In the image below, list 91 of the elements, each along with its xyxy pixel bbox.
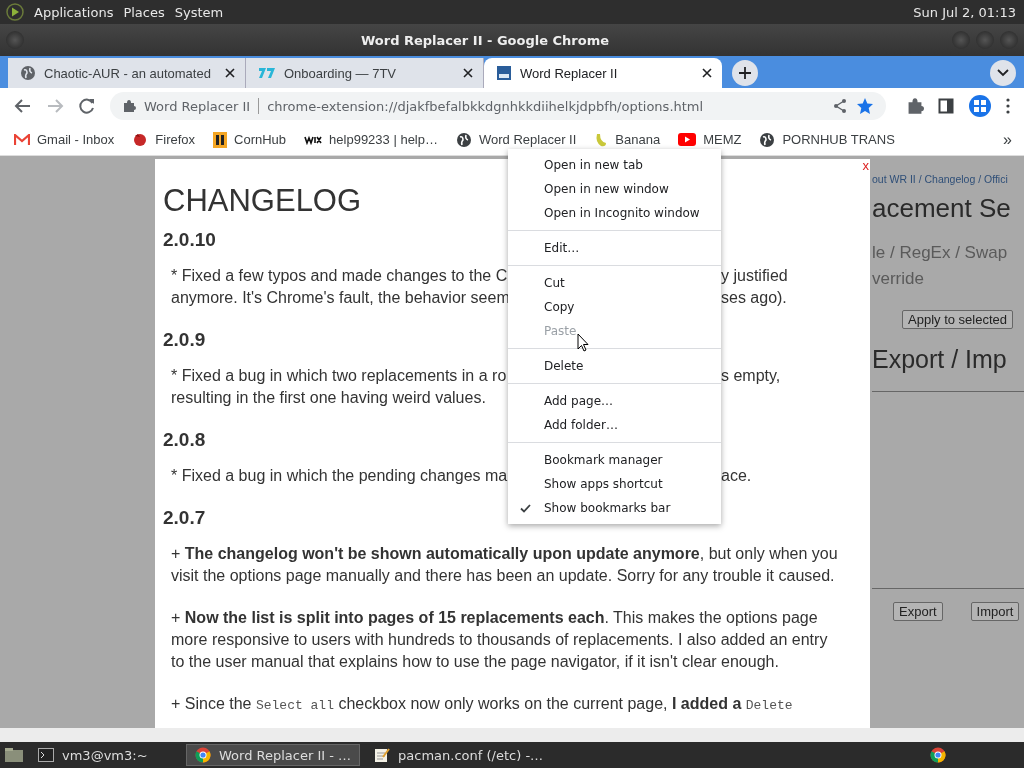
window-title: Word Replacer II - Google Chrome — [359, 32, 611, 48]
page-heading: acement Se — [872, 193, 1012, 224]
logo-icon — [213, 131, 228, 148]
banana-icon — [594, 131, 609, 148]
menu-item[interactable]: Edit… — [508, 236, 721, 260]
changelog-text: * Fixed a few typos and made changes to the C — [171, 266, 508, 286]
mouse-cursor-icon — [577, 333, 589, 352]
panel-menu[interactable]: Places — [123, 4, 165, 20]
browser-tab[interactable]: Onboarding — 7TV — [246, 58, 484, 88]
menu-item[interactable]: Delete — [508, 354, 721, 378]
changelog-text: * Fixed a bug in which two replacements in a ro — [171, 366, 508, 386]
star-icon[interactable] — [856, 97, 874, 115]
side-panel-icon[interactable] — [938, 98, 954, 114]
menu-item[interactable]: Add folder… — [508, 413, 721, 437]
close-tab-icon[interactable] — [702, 68, 712, 78]
menu-item[interactable]: Cut — [508, 271, 721, 295]
clock: Sun Jul 2, 01:13 — [913, 4, 1016, 20]
version-heading: 2.0.10 — [163, 229, 216, 251]
import-button[interactable]: Import — [970, 602, 1020, 621]
changelog-text: ace. — [721, 466, 753, 486]
bookmark[interactable]: PORNHUB TRANS — [782, 132, 895, 147]
reload-icon[interactable] — [78, 97, 96, 115]
menu-item[interactable]: Open in new tab — [508, 153, 721, 177]
taskbar-button[interactable]: pacman.conf (/etc) -… — [366, 744, 552, 766]
mode-links: le / RegEx / Swap — [872, 242, 1009, 264]
menu-item[interactable]: Copy — [508, 295, 721, 319]
share-icon[interactable] — [832, 98, 848, 114]
browser-tab[interactable]: Chaotic-AUR - an automated — [8, 58, 246, 88]
bookmark[interactable]: Firefox — [155, 132, 196, 147]
changelog-text: ses ago). — [721, 288, 788, 308]
changelog-text: * Fixed a bug in which the pending changes ma — [171, 466, 508, 486]
panel-menu[interactable]: Applications — [34, 4, 114, 20]
new-tab-icon[interactable] — [738, 66, 752, 80]
changelog-text: + The changelog won't be shown automatically upon update anymore, but only when you visit the options page manually and there has been an update. Sorry for any trouble it caused. — [171, 544, 839, 586]
logo-icon — [304, 134, 323, 145]
puzzle-icon — [122, 99, 136, 113]
section-heading: Export / Imp — [872, 345, 1008, 374]
back-icon[interactable] — [14, 97, 32, 115]
animal-icon — [132, 131, 149, 148]
globe-icon — [759, 131, 776, 148]
browser-tab[interactable]: Word Replacer II — [484, 58, 722, 88]
bookmark[interactable]: CornHub — [234, 132, 287, 147]
changelog-text: s empty, — [721, 366, 782, 386]
menu-item[interactable]: Show apps shortcut — [508, 472, 721, 496]
dialog-title: CHANGELOG — [163, 183, 362, 219]
logo-icon — [496, 65, 512, 81]
close-button[interactable]: x — [862, 159, 869, 173]
breadcrumb-links: out WR II / Changelog / Offici — [872, 173, 1009, 185]
terminal-icon — [38, 748, 54, 762]
horizontal-scrollbar[interactable] — [0, 728, 1024, 742]
play-icon — [678, 133, 697, 146]
bookmark[interactable]: MEMZ — [703, 132, 742, 147]
globe-icon — [456, 131, 472, 148]
browser-icon — [195, 747, 211, 763]
menu-item[interactable]: Bookmark manager — [508, 448, 721, 472]
extensions-icon[interactable] — [906, 97, 924, 115]
changelog-text: y justified — [721, 266, 789, 286]
panel-menu[interactable]: System — [174, 4, 224, 20]
version-heading: 2.0.9 — [163, 329, 206, 351]
globe-icon — [20, 65, 36, 81]
menu-item[interactable]: Show bookmarks bar — [508, 496, 721, 520]
bookmark[interactable]: help99233 | help… — [329, 132, 438, 147]
mode-links: verride — [872, 268, 925, 290]
mail-icon — [14, 133, 30, 146]
changelog-text: + Now the list is split into pages of 15 replacements each. This makes the options page more responsive to users with hundreds to thousands of replacements. I also added an entry to the user manual that explains how to use the page navigator, if it isn't clear enough. — [171, 608, 829, 672]
bookmark[interactable]: Word Replacer II — [479, 132, 577, 147]
taskbar-button[interactable]: Word Replacer II - … — [186, 744, 361, 766]
apply-button[interactable]: Apply to selected — [902, 310, 1013, 329]
changelog-text: resulting in the first one having weird values. — [171, 388, 487, 408]
menu-icon[interactable] — [1006, 98, 1010, 114]
bookmark[interactable]: Banana — [615, 132, 661, 147]
profile-icon[interactable] — [968, 94, 992, 118]
menu-item[interactable]: Open in Incognito window — [508, 201, 721, 225]
more-bookmarks-button[interactable]: » — [1003, 130, 1012, 149]
menu-item[interactable]: Add page… — [508, 389, 721, 413]
start-icon[interactable] — [6, 3, 24, 21]
export-button[interactable]: Export — [893, 602, 943, 621]
bookmark[interactable]: Gmail - Inbox — [37, 132, 115, 147]
menu-item[interactable]: Open in new window — [508, 177, 721, 201]
folder-icon[interactable] — [4, 747, 24, 763]
notepad-icon — [374, 747, 391, 763]
close-tab-icon[interactable] — [463, 68, 473, 78]
logo-icon — [258, 65, 276, 81]
browser-icon[interactable] — [930, 747, 946, 763]
changelog-text: + Since the Select all checkbox now only works on the current page, I added a Delete — [171, 694, 794, 715]
taskbar-button[interactable]: vm3@vm3:~ — [30, 744, 180, 766]
version-heading: 2.0.8 — [163, 429, 206, 451]
address-bar[interactable]: Word Replacer II chrome-extension://djakfbefalbkkdgnhkkdiihelkjdpbfh/options.html — [110, 92, 886, 120]
chevron-down-icon[interactable] — [997, 69, 1009, 77]
close-tab-icon[interactable] — [225, 68, 235, 78]
version-heading: 2.0.7 — [163, 507, 206, 529]
